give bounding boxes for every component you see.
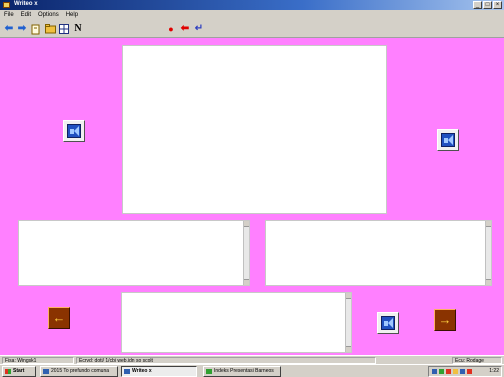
menu-bar: File Edit Options Help [0, 10, 504, 20]
menu-help[interactable]: Help [66, 12, 78, 18]
forward-arrow-icon[interactable]: ➡ [16, 23, 28, 35]
tray-icon[interactable] [439, 369, 444, 374]
minimize-button[interactable]: _ [473, 1, 482, 9]
bottom-text-area[interactable] [121, 292, 352, 353]
taskbar: Start 2015 To prefundo comuna Writeo x I… [0, 364, 504, 377]
close-button[interactable]: × [493, 1, 502, 9]
previous-button[interactable]: ← [48, 307, 70, 329]
taskbar-item-label: Indeks Presentasi Barneos [214, 368, 274, 374]
app-icon [3, 2, 10, 8]
new-file-icon[interactable] [30, 23, 42, 35]
speaker-bottom-button[interactable] [377, 312, 399, 334]
maximize-button[interactable]: □ [483, 1, 492, 9]
tray-icon[interactable] [467, 369, 472, 374]
tray-icon[interactable] [432, 369, 437, 374]
font-icon[interactable]: N [72, 23, 84, 35]
left-arrow-icon: ← [52, 310, 66, 325]
window-icon [43, 369, 49, 374]
window-controls: _ □ × [473, 1, 502, 9]
status-left: Fisa: Wingsk1 [2, 357, 74, 364]
tray-icon[interactable] [453, 369, 458, 374]
speaker-icon [441, 133, 455, 147]
speaker-icon [67, 124, 81, 138]
taskbar-item[interactable]: Indeks Presentasi Barneos [203, 366, 281, 377]
main-text-box[interactable] [122, 45, 387, 214]
status-bar: Fisa: Wingsk1 Ecrvd: doti/ 1/cbi web.idn… [0, 355, 504, 364]
right-arrow-icon: → [438, 312, 452, 327]
menu-file[interactable]: File [4, 12, 14, 18]
taskbar-item-label: Writeo x [132, 368, 152, 374]
speaker-left-button[interactable] [63, 120, 85, 142]
toolbar: ⬅ ➡ N ● ⬅ ↵ [0, 20, 504, 38]
left-text-area[interactable] [18, 220, 250, 286]
presentation-icon [206, 369, 212, 374]
enter-icon[interactable]: ↵ [193, 23, 205, 35]
record-icon[interactable]: ● [165, 23, 177, 35]
tray-icon[interactable] [446, 369, 451, 374]
grid-icon[interactable] [58, 23, 70, 35]
taskbar-item[interactable]: 2015 To prefundo comuna [40, 366, 118, 377]
scrollbar[interactable] [243, 221, 249, 285]
back-arrow-icon[interactable]: ⬅ [3, 23, 15, 35]
window-title: Writeo x [14, 1, 38, 7]
right-text-area[interactable] [265, 220, 492, 286]
tray-icon[interactable] [460, 369, 465, 374]
start-label: Start [13, 368, 25, 374]
start-button[interactable]: Start [2, 366, 36, 377]
main-stage: ← → [0, 38, 504, 355]
speaker-icon [381, 316, 395, 330]
windows-logo-icon [5, 369, 11, 374]
status-right: Ecu: Rodage [452, 357, 502, 364]
speaker-right-button[interactable] [437, 129, 459, 151]
back-red-icon[interactable]: ⬅ [179, 23, 191, 35]
status-middle: Ecrvd: doti/ 1/cbi web.idn so scolt [76, 357, 376, 364]
next-button[interactable]: → [434, 309, 456, 331]
taskbar-item-label: 2015 To prefundo comuna [51, 368, 110, 374]
menu-options[interactable]: Options [38, 12, 59, 18]
window-icon [124, 369, 130, 374]
scrollbar[interactable] [485, 221, 491, 285]
open-folder-icon[interactable] [44, 23, 56, 35]
scrollbar[interactable] [345, 293, 351, 352]
title-bar: Writeo x _ □ × [0, 0, 504, 10]
taskbar-item-active[interactable]: Writeo x [121, 366, 197, 377]
menu-edit[interactable]: Edit [21, 12, 31, 18]
system-tray: 1:22 [428, 366, 502, 377]
clock[interactable]: 1:22 [489, 368, 499, 375]
